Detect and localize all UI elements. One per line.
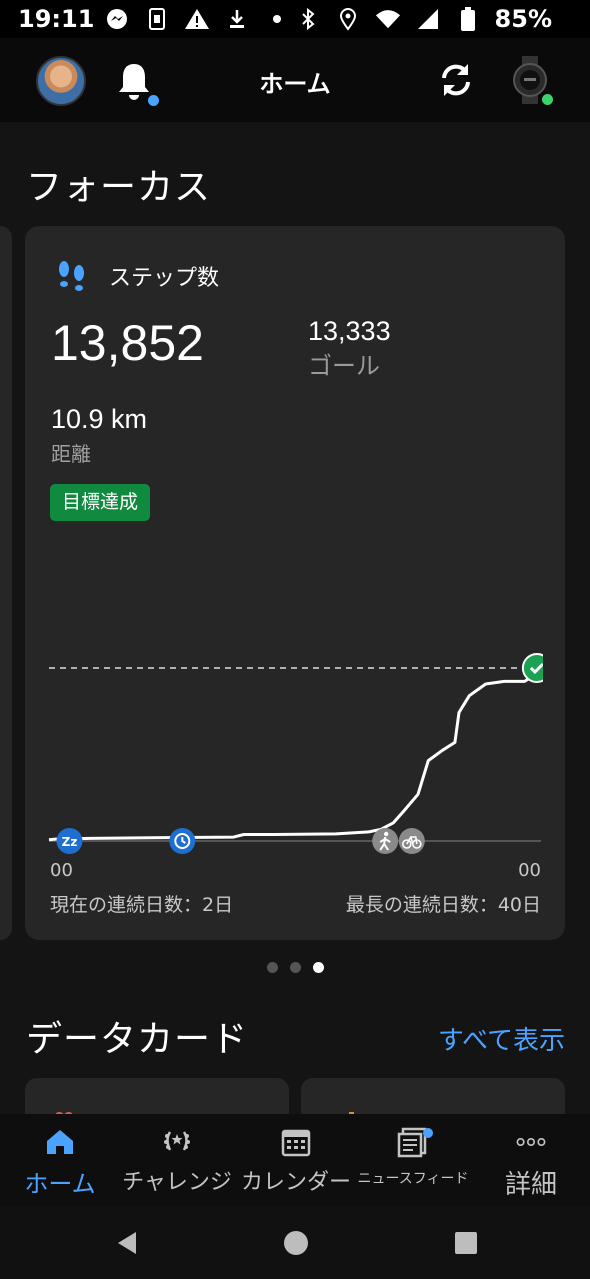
download-icon <box>224 6 250 32</box>
system-navigation-bar <box>0 1206 590 1279</box>
nav-calendar-label: カレンダー <box>240 1170 351 1195</box>
data-card[interactable] <box>301 1078 565 1114</box>
goal-label: ゴール <box>308 352 380 380</box>
nav-home[interactable]: ホーム <box>8 1114 112 1206</box>
steps-focus-card[interactable]: ステップ数 13,852 13,333 ゴール 10.9 km 距離 目標達成 … <box>25 226 565 940</box>
warning-icon <box>184 6 210 32</box>
steps-chart: Zz <box>48 653 543 854</box>
clock-icon <box>169 828 196 854</box>
distance-label: 距離 <box>51 442 91 466</box>
dot-icon <box>264 6 290 32</box>
nav-newsfeed-label: ニュースフィード <box>357 1171 469 1187</box>
page-title: ホーム <box>259 70 331 98</box>
svg-text:Zz: Zz <box>62 835 78 849</box>
bike-icon <box>398 828 425 854</box>
walk-icon <box>372 828 399 854</box>
location-icon <box>335 6 361 32</box>
steps-line <box>48 667 539 842</box>
x-axis-start-label: 00 <box>50 860 73 881</box>
distance-value: 10.9 km <box>51 404 148 434</box>
current-streak: 現在の連続日数：2日 <box>50 894 234 916</box>
sleep-icon: Zz <box>56 828 83 854</box>
x-axis-end-label: 00 <box>518 860 541 881</box>
data-card[interactable] <box>25 1078 289 1114</box>
bluetooth-icon <box>295 6 321 32</box>
status-time: 19:11 <box>18 5 95 33</box>
battery-icon <box>455 6 481 32</box>
nav-calendar[interactable]: カレンダー <box>238 1114 354 1206</box>
previous-card-peek[interactable] <box>0 226 12 940</box>
best-streak: 最長の連続日数：40日 <box>345 894 541 916</box>
page-dot[interactable] <box>266 962 278 973</box>
signal-icon <box>415 6 441 32</box>
status-bar: 19:11 85% <box>0 0 590 38</box>
nav-challenges[interactable]: チャレンジ <box>116 1114 238 1206</box>
footprints-icon <box>59 261 84 291</box>
page-dot-active[interactable] <box>312 962 324 973</box>
wifi-icon <box>375 6 401 32</box>
nav-more[interactable]: 詳細 <box>480 1114 582 1206</box>
focus-section-title: フォーカス <box>26 167 212 208</box>
bottom-navigation: ホーム チャレンジ カレンダー ニュースフィード 詳細 <box>0 1114 590 1206</box>
newsfeed-dot <box>423 1128 433 1138</box>
main-content[interactable]: フォーカス ステップ数 13,852 13,333 ゴール 10.9 km 距離… <box>0 122 590 1114</box>
card-title: ステップ数 <box>109 266 220 291</box>
data-cards-title: データカード <box>26 1019 249 1060</box>
steps-value: 13,852 <box>51 315 204 371</box>
messenger-icon <box>104 6 130 32</box>
nav-newsfeed[interactable]: ニュースフィード <box>356 1114 470 1206</box>
recents-icon[interactable] <box>453 1230 479 1256</box>
card-pagination <box>0 962 590 973</box>
calendar-icon <box>281 1129 311 1157</box>
more-icon <box>516 1138 546 1146</box>
goal-check-icon <box>521 653 543 683</box>
goal-value: 13,333 <box>308 316 391 346</box>
nav-challenges-label: チャレンジ <box>122 1170 232 1195</box>
home-circle-icon[interactable] <box>282 1229 310 1257</box>
see-all-link[interactable]: すべて表示 <box>438 1020 565 1057</box>
home-icon <box>47 1130 73 1154</box>
sync-icon[interactable] <box>436 60 476 100</box>
laurel-icon <box>164 1131 190 1151</box>
goal-achieved-badge: 目標達成 <box>50 484 151 521</box>
page-dot[interactable] <box>289 962 301 973</box>
nav-more-label: 詳細 <box>504 1170 557 1200</box>
nav-home-label: ホーム <box>24 1170 96 1198</box>
app-header: ホーム <box>0 38 590 122</box>
battery-percent: 85% <box>494 5 552 33</box>
back-icon[interactable] <box>114 1230 140 1256</box>
device-status-dot <box>542 94 553 105</box>
sim-icon <box>144 6 170 32</box>
